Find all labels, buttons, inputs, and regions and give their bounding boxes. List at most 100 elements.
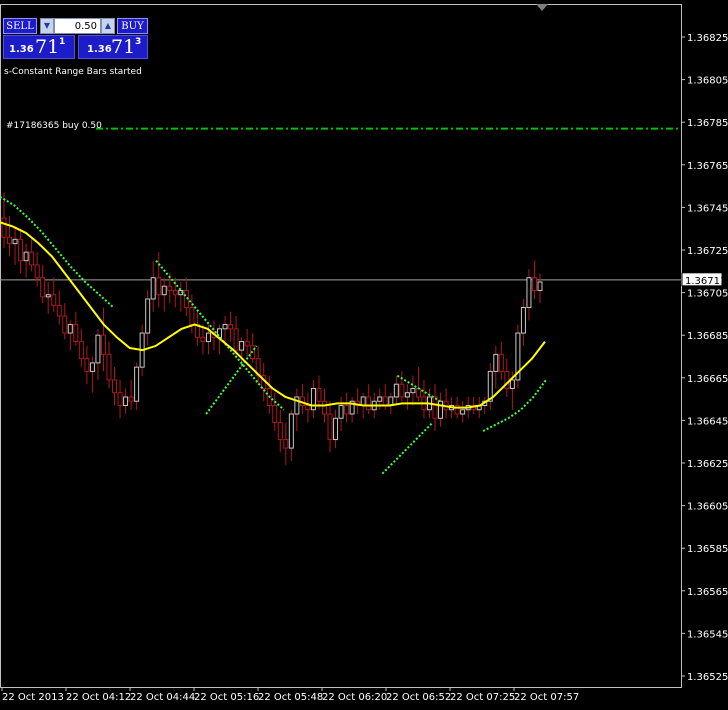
candle-body [29,251,35,266]
buy-price-button[interactable]: 1.36 71 3 [78,35,148,59]
y-tick-label: 1.36545 [687,629,728,640]
candle-body [509,379,515,389]
candle-body [73,324,79,343]
sell-price-fraction: 1 [59,37,66,47]
candle-body [95,334,101,364]
x-tick-label: 22 Oct 07:25 [450,692,515,703]
candle-body [366,396,372,411]
candle-body [277,422,283,441]
candle-body [12,238,18,245]
candle-body [62,315,68,334]
candle-body [200,336,206,343]
candle-body [106,353,112,381]
y-tick-label: 1.36585 [687,544,728,555]
order-label: #17186365 buy 0.50 [6,121,102,131]
y-tick-label: 1.36625 [687,459,728,470]
candle-body [399,383,405,398]
candle-body [333,417,339,441]
candle-body [360,396,366,406]
candle-body [321,400,327,415]
candle-body [382,396,388,406]
candle-body [460,409,466,415]
lot-increase-button[interactable]: ▲ [101,18,115,34]
envelope-lower-line [381,421,434,475]
candle-body [51,294,57,306]
x-tick-label: 22 Oct 07:57 [514,692,579,703]
candle-body [34,264,40,279]
candle-body [112,379,118,394]
candle-body [67,324,73,334]
candle-body [520,307,526,334]
moving-average-line [0,221,546,409]
candle-body [377,396,383,402]
candle-body [272,404,278,424]
chart-area[interactable]: 1.36825 1.36805 1.36785 1.36765 1.36745 1.367… [0,0,728,706]
x-tick-label: 22 Oct 06:52 [386,692,451,703]
sell-button[interactable]: SELL [3,18,37,34]
candle-body [100,334,106,355]
candle-body [156,277,162,296]
x-tick-label: 22 Oct 05:48 [258,692,323,703]
candle-body [410,387,416,394]
candle-body [1,217,7,238]
one-click-trading-panel: SELL ▼ ▲ BUY 1.36 71 1 1.36 71 3 [3,18,148,60]
y-tick-label: 1.36745 [687,203,728,214]
candle-body [288,413,294,449]
y-tick-label: 1.36765 [687,161,728,172]
y-tick-label: 1.36805 [687,76,728,87]
y-tick-label: 1.36725 [687,246,728,257]
y-tick-label: 1.36785 [687,118,728,129]
candle-body [123,396,129,406]
scroll-marker-icon [536,4,548,11]
candle-body [493,353,499,372]
candle-body [172,289,178,296]
candle-body [78,341,84,360]
candle-body [7,236,13,245]
candle-body [344,404,350,415]
candle-body [128,396,134,402]
candle-body [45,294,51,298]
candle-body [189,307,195,326]
candle-body [432,396,438,419]
candle-body [56,304,62,317]
y-tick-label: 1.36605 [687,502,728,513]
buy-price-prefix: 1.36 [87,44,112,55]
candle-body [404,392,410,398]
candle-body [205,332,211,343]
candle-body [244,341,250,347]
candle-body [40,277,46,298]
candle-body [134,366,140,402]
candle-body [316,387,322,402]
price-chart: 1.368251.368051.367851.367651.367451.367… [0,4,728,703]
candle-body [18,238,24,262]
x-tick-label: 22 Oct 06:20 [322,692,387,703]
candle-body [228,324,234,330]
buy-button[interactable]: BUY [117,18,148,34]
candle-body [327,413,333,441]
sell-price-pips: 71 [35,36,60,58]
sell-price-button[interactable]: 1.36 71 1 [3,35,75,59]
envelope-lower-line [205,345,258,415]
lot-decrease-button[interactable]: ▼ [40,18,54,34]
lot-size-input[interactable] [54,18,101,34]
y-tick-label: 1.36645 [687,416,728,427]
status-message: s-Constant Range Bars started [4,67,142,77]
candle-body [537,281,543,291]
candle-body [310,387,316,411]
candle-body [222,324,228,330]
x-tick-label: 22 Oct 05:16 [194,692,259,703]
candle-body [305,404,311,411]
envelope-upper-line [0,195,115,309]
candle-body [89,362,95,372]
candle-body [84,358,90,372]
candle-body [498,353,504,372]
y-tick-label: 1.36685 [687,331,728,342]
x-tick-label: 22 Oct 04:12 [66,692,131,703]
candle-body [161,285,167,296]
buy-price-pips: 71 [111,36,136,58]
candle-body [531,277,537,291]
candle-body [239,341,245,351]
y-tick-label: 1.36665 [687,374,728,385]
buy-price-fraction: 3 [135,37,142,47]
y-tick-label: 1.36565 [687,587,728,598]
